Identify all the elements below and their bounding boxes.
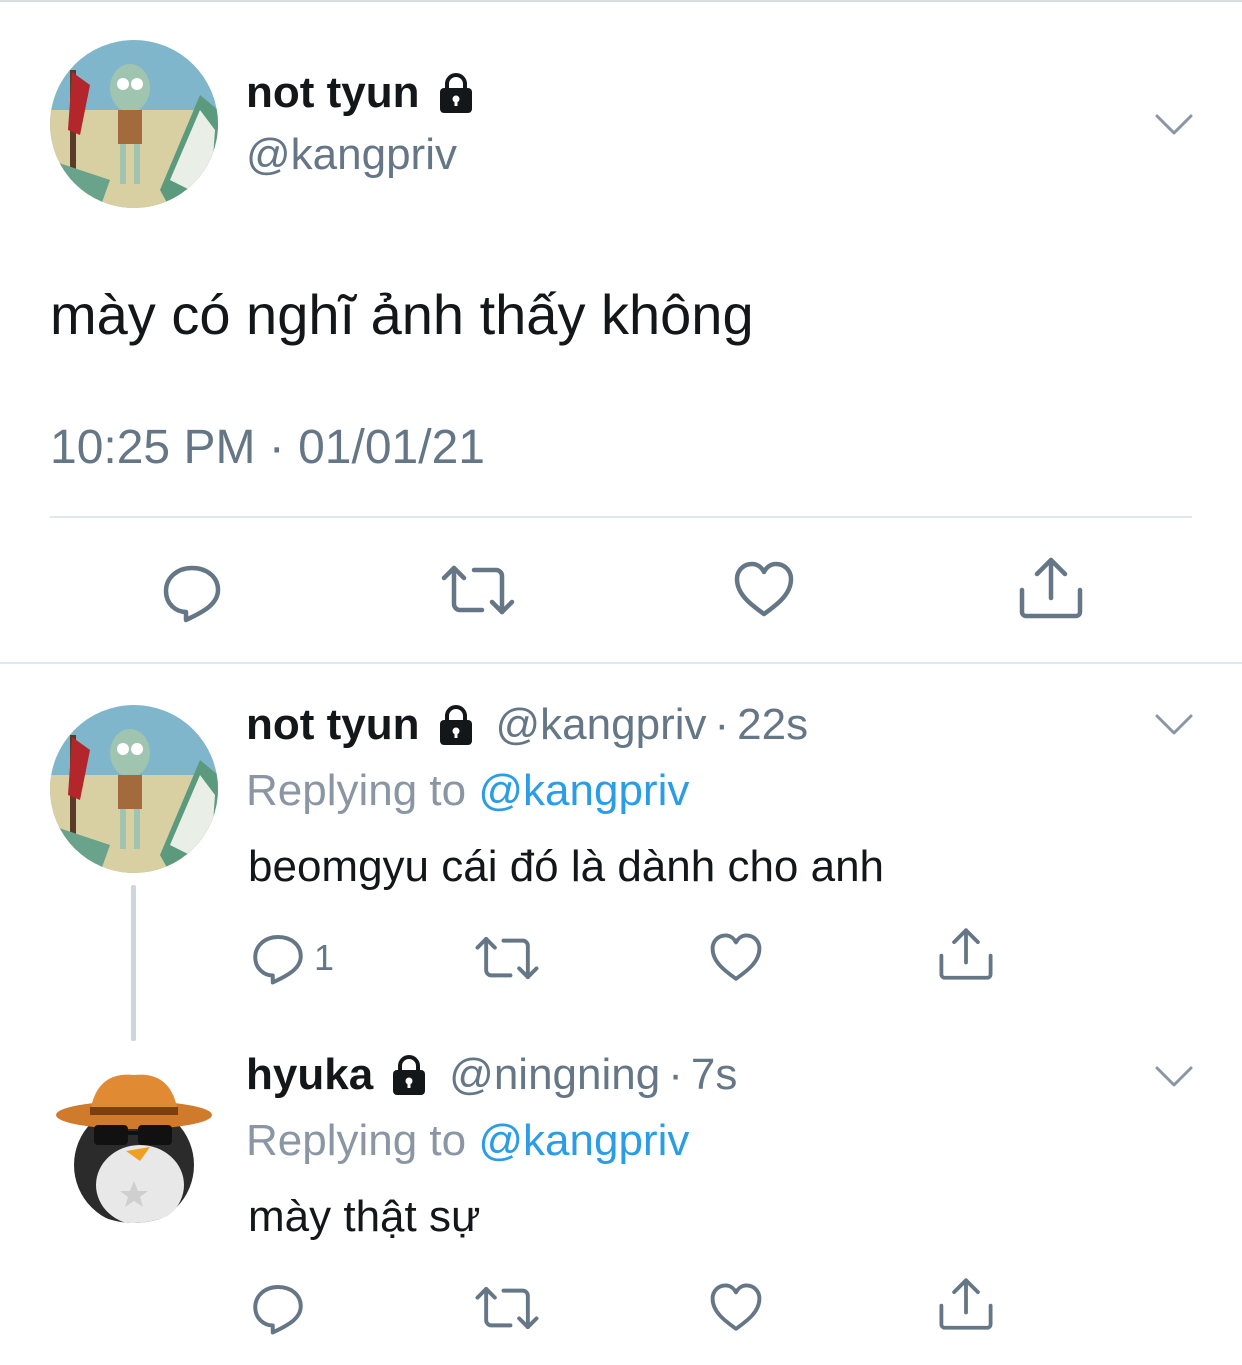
retweet-button[interactable]: [440, 558, 516, 622]
replying-to-label: Replying to: [246, 1116, 467, 1165]
replying-to: Replying to @kangpriv: [246, 766, 689, 816]
chevron-down-icon[interactable]: [1154, 1064, 1194, 1090]
reply-icon: [250, 1280, 306, 1336]
share-button[interactable]: [938, 1276, 994, 1332]
heart-icon: [708, 932, 764, 984]
display-name[interactable]: not tyun: [246, 68, 420, 118]
like-button[interactable]: [708, 1282, 764, 1334]
share-button[interactable]: [1018, 556, 1084, 620]
reply-text: beomgyu cái đó là dành cho anh: [248, 842, 885, 891]
share-icon: [938, 1276, 994, 1332]
lock-icon: [434, 71, 478, 115]
divider: [50, 516, 1192, 518]
replying-to-label: Replying to: [246, 766, 467, 815]
share-icon: [1018, 556, 1084, 620]
share-button[interactable]: [938, 926, 994, 982]
avatar[interactable]: [50, 40, 218, 208]
like-button[interactable]: [732, 560, 796, 620]
retweet-icon: [440, 558, 516, 622]
thread-line: [131, 885, 136, 1041]
author-handle[interactable]: @kangpriv: [246, 130, 457, 180]
handle[interactable]: @kangpriv: [496, 700, 707, 750]
reply-count: 1: [314, 937, 335, 978]
reply-icon: [160, 560, 224, 624]
retweet-icon: [474, 1280, 540, 1336]
tweet-timestamp[interactable]: 10:25 PM · 01/01/21: [50, 420, 485, 475]
handle[interactable]: @ningning: [449, 1050, 660, 1100]
chevron-down-icon[interactable]: [1154, 112, 1194, 138]
heart-icon: [708, 1282, 764, 1334]
reply-header: not tyun @kangpriv · 22s: [246, 700, 808, 750]
avatar[interactable]: [50, 1055, 218, 1223]
display-name[interactable]: hyuka: [246, 1050, 373, 1100]
reply-text: mày thật sự: [248, 1192, 481, 1241]
share-icon: [938, 926, 994, 982]
chevron-down-icon[interactable]: [1154, 712, 1194, 738]
reply-time[interactable]: 7s: [691, 1050, 737, 1100]
reply-button[interactable]: 1: [250, 930, 334, 986]
top-divider: [0, 0, 1242, 2]
retweet-button[interactable]: [474, 930, 540, 986]
divider: [0, 662, 1242, 664]
replying-to-link[interactable]: @kangpriv: [478, 1116, 689, 1165]
reply-header: hyuka @ningning · 7s: [246, 1050, 737, 1100]
reply-button[interactable]: [250, 1280, 314, 1336]
separator: ·: [668, 1050, 683, 1099]
display-name[interactable]: not tyun: [246, 700, 420, 750]
avatar[interactable]: [50, 705, 218, 873]
lock-icon: [387, 1053, 431, 1097]
retweet-icon: [474, 930, 540, 986]
separator: ·: [714, 700, 730, 749]
replying-to: Replying to @kangpriv: [246, 1116, 689, 1166]
reply-button[interactable]: [160, 560, 224, 624]
reply-icon: [250, 930, 306, 986]
heart-icon: [732, 560, 796, 620]
retweet-button[interactable]: [474, 1280, 540, 1336]
author-name-row: not tyun: [246, 68, 478, 118]
tweet-text: mày có nghĩ ảnh thấy không: [50, 283, 754, 346]
replying-to-link[interactable]: @kangpriv: [478, 766, 689, 815]
reply-time[interactable]: 22s: [737, 700, 808, 750]
lock-icon: [434, 703, 478, 747]
like-button[interactable]: [708, 932, 764, 984]
